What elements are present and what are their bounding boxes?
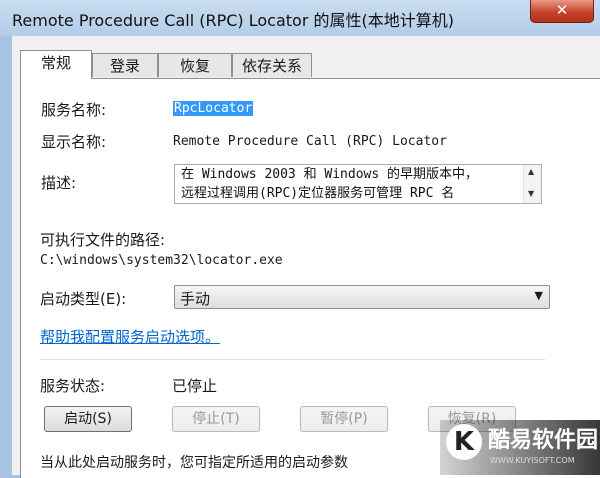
window-title: Remote Procedure Call (RPC) Locator 的属性(… xyxy=(12,11,454,30)
tab-general[interactable]: 常规 xyxy=(20,50,92,79)
description-line: 在 Windows 2003 和 Windows 的早期版本中， xyxy=(181,167,479,182)
exe-path-label: 可执行文件的路径: xyxy=(40,231,166,249)
scroll-down-icon[interactable]: ▼ xyxy=(528,189,534,198)
service-name-label: 服务名称: xyxy=(41,101,107,119)
service-name-selected: RpcLocator xyxy=(173,101,254,116)
close-button[interactable]: ✕ xyxy=(530,0,594,23)
tab-dependencies[interactable]: 依存关系 xyxy=(232,53,312,77)
display-name-label: 显示名称: xyxy=(41,133,107,151)
service-status-value: 已停止 xyxy=(172,377,218,395)
scroll-up-icon[interactable]: ▲ xyxy=(528,167,534,176)
watermark-text: 酷易软件园 xyxy=(488,428,599,453)
tab-recovery[interactable]: 恢复 xyxy=(158,53,232,77)
tab-logon[interactable]: 登录 xyxy=(92,53,158,77)
chevron-down-icon: ▼ xyxy=(534,289,543,302)
description-line: 远程过程调用(RPC)定位器服务可管理 RPC 名 xyxy=(181,186,455,201)
startup-type-label: 启动类型(E): xyxy=(40,290,127,308)
description-text: 在 Windows 2003 和 Windows 的早期版本中， 远程过程调用(… xyxy=(181,165,521,203)
description-label: 描述: xyxy=(41,174,77,192)
watermark-url: WWW.KUYISOFT.COM xyxy=(490,456,575,465)
dialog-client: 常规 登录 恢复 依存关系 服务名称: RpcLocator 显示名称: Rem… xyxy=(12,36,600,478)
display-name-value[interactable]: Remote Procedure Call (RPC) Locator xyxy=(173,134,447,149)
watermark: K 酷易软件园 WWW.KUYISOFT.COM xyxy=(440,420,600,475)
help-configure-link[interactable]: 帮助我配置服务启动选项。 xyxy=(40,326,220,347)
watermark-logo: K xyxy=(446,424,482,460)
description-scrollbar[interactable]: ▲ ▼ xyxy=(523,165,541,203)
start-button[interactable]: 启动(S) xyxy=(44,406,132,432)
stop-button[interactable]: 停止(T) xyxy=(172,406,260,432)
startup-type-select[interactable]: 手动 ▼ xyxy=(174,285,550,309)
service-name-value[interactable]: RpcLocator xyxy=(173,101,254,116)
title-bar: Remote Procedure Call (RPC) Locator 的属性(… xyxy=(0,0,600,36)
exe-path-value[interactable]: C:\windows\system32\locator.exe xyxy=(40,253,283,268)
close-icon: ✕ xyxy=(555,1,569,19)
description-box[interactable]: 在 Windows 2003 和 Windows 的早期版本中， 远程过程调用(… xyxy=(174,164,542,204)
service-status-label: 服务状态: xyxy=(40,377,106,395)
pause-button[interactable]: 暂停(P) xyxy=(300,406,388,432)
start-params-note: 当从此处启动服务时，您可指定所适用的启动参数 xyxy=(40,455,348,471)
divider xyxy=(40,359,545,360)
startup-type-value: 手动 xyxy=(180,290,211,308)
